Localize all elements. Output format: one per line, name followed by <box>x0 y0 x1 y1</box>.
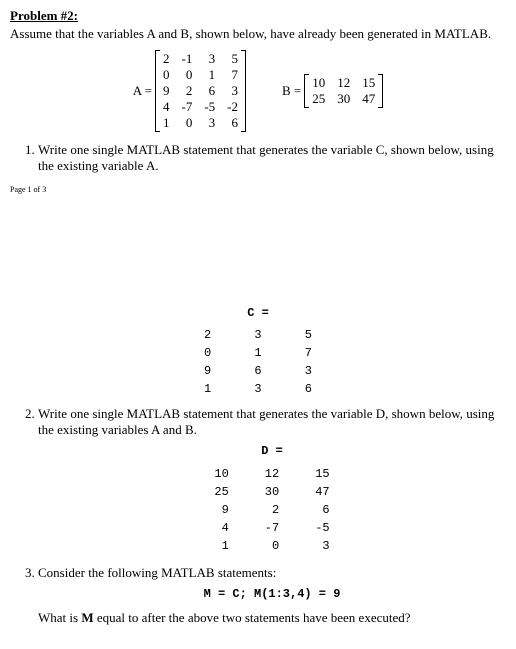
cell: 1 <box>157 115 176 131</box>
cell: 0 <box>175 67 198 83</box>
matrix-B-bracket: 101215 253047 <box>304 74 383 108</box>
cell: 2 <box>175 83 198 99</box>
cell: 47 <box>356 91 381 107</box>
cell: 6 <box>221 115 244 131</box>
question-3-lead: Consider the following MATLAB statements… <box>38 565 276 580</box>
cell: 5 <box>221 51 244 67</box>
matrix-D-values: 10 12 15 25 30 47 9 2 6 4 -7 -5 1 0 3 <box>38 465 506 555</box>
question-2: Write one single MATLAB statement that g… <box>38 406 506 556</box>
matrix-B-label: B = <box>282 83 301 99</box>
matrices-row: A = 2-135 0017 9263 4-7-5-2 1036 B = 101… <box>10 50 506 132</box>
cell: -7 <box>175 99 198 115</box>
question-3-ask: What is M equal to after the above two s… <box>38 610 506 626</box>
cell: -5 <box>198 99 221 115</box>
problem-title: Problem #2: <box>10 8 506 24</box>
cell: 15 <box>356 75 381 91</box>
matrix-A-table: 2-135 0017 9263 4-7-5-2 1036 <box>157 51 244 131</box>
cell: -1 <box>175 51 198 67</box>
matrix-A-label: A = <box>133 83 152 99</box>
cell: 25 <box>306 91 331 107</box>
question-1: Write one single MATLAB statement that g… <box>38 142 506 175</box>
matrix-A: A = 2-135 0017 9263 4-7-5-2 1036 <box>133 50 246 132</box>
matrix-C-label: C = <box>10 306 506 320</box>
cell: 3 <box>221 83 244 99</box>
matrix-B-table: 101215 253047 <box>306 75 381 107</box>
matrix-B: B = 101215 253047 <box>282 74 383 108</box>
matlab-statement: M = C; M(1:3,4) = 9 <box>38 587 506 602</box>
matrix-D-label: D = <box>38 444 506 459</box>
cell: 2 <box>157 51 176 67</box>
matrix-C-values: 2 3 5 0 1 7 9 6 3 1 3 6 <box>10 326 506 398</box>
cell: 0 <box>157 67 176 83</box>
cell: 3 <box>198 51 221 67</box>
cell: -2 <box>221 99 244 115</box>
page-number: Page 1 of 3 <box>10 185 506 194</box>
cell: 7 <box>221 67 244 83</box>
cell: 6 <box>198 83 221 99</box>
question-3: Consider the following MATLAB statements… <box>38 565 506 627</box>
cell: 4 <box>157 99 176 115</box>
cell: 3 <box>198 115 221 131</box>
cell: 30 <box>331 91 356 107</box>
cell: 0 <box>175 115 198 131</box>
problem-intro: Assume that the variables A and B, shown… <box>10 26 506 42</box>
cell: 1 <box>198 67 221 83</box>
matrix-A-bracket: 2-135 0017 9263 4-7-5-2 1036 <box>155 50 246 132</box>
cell: 12 <box>331 75 356 91</box>
cell: 9 <box>157 83 176 99</box>
cell: 10 <box>306 75 331 91</box>
question-2-text: Write one single MATLAB statement that g… <box>38 406 494 437</box>
